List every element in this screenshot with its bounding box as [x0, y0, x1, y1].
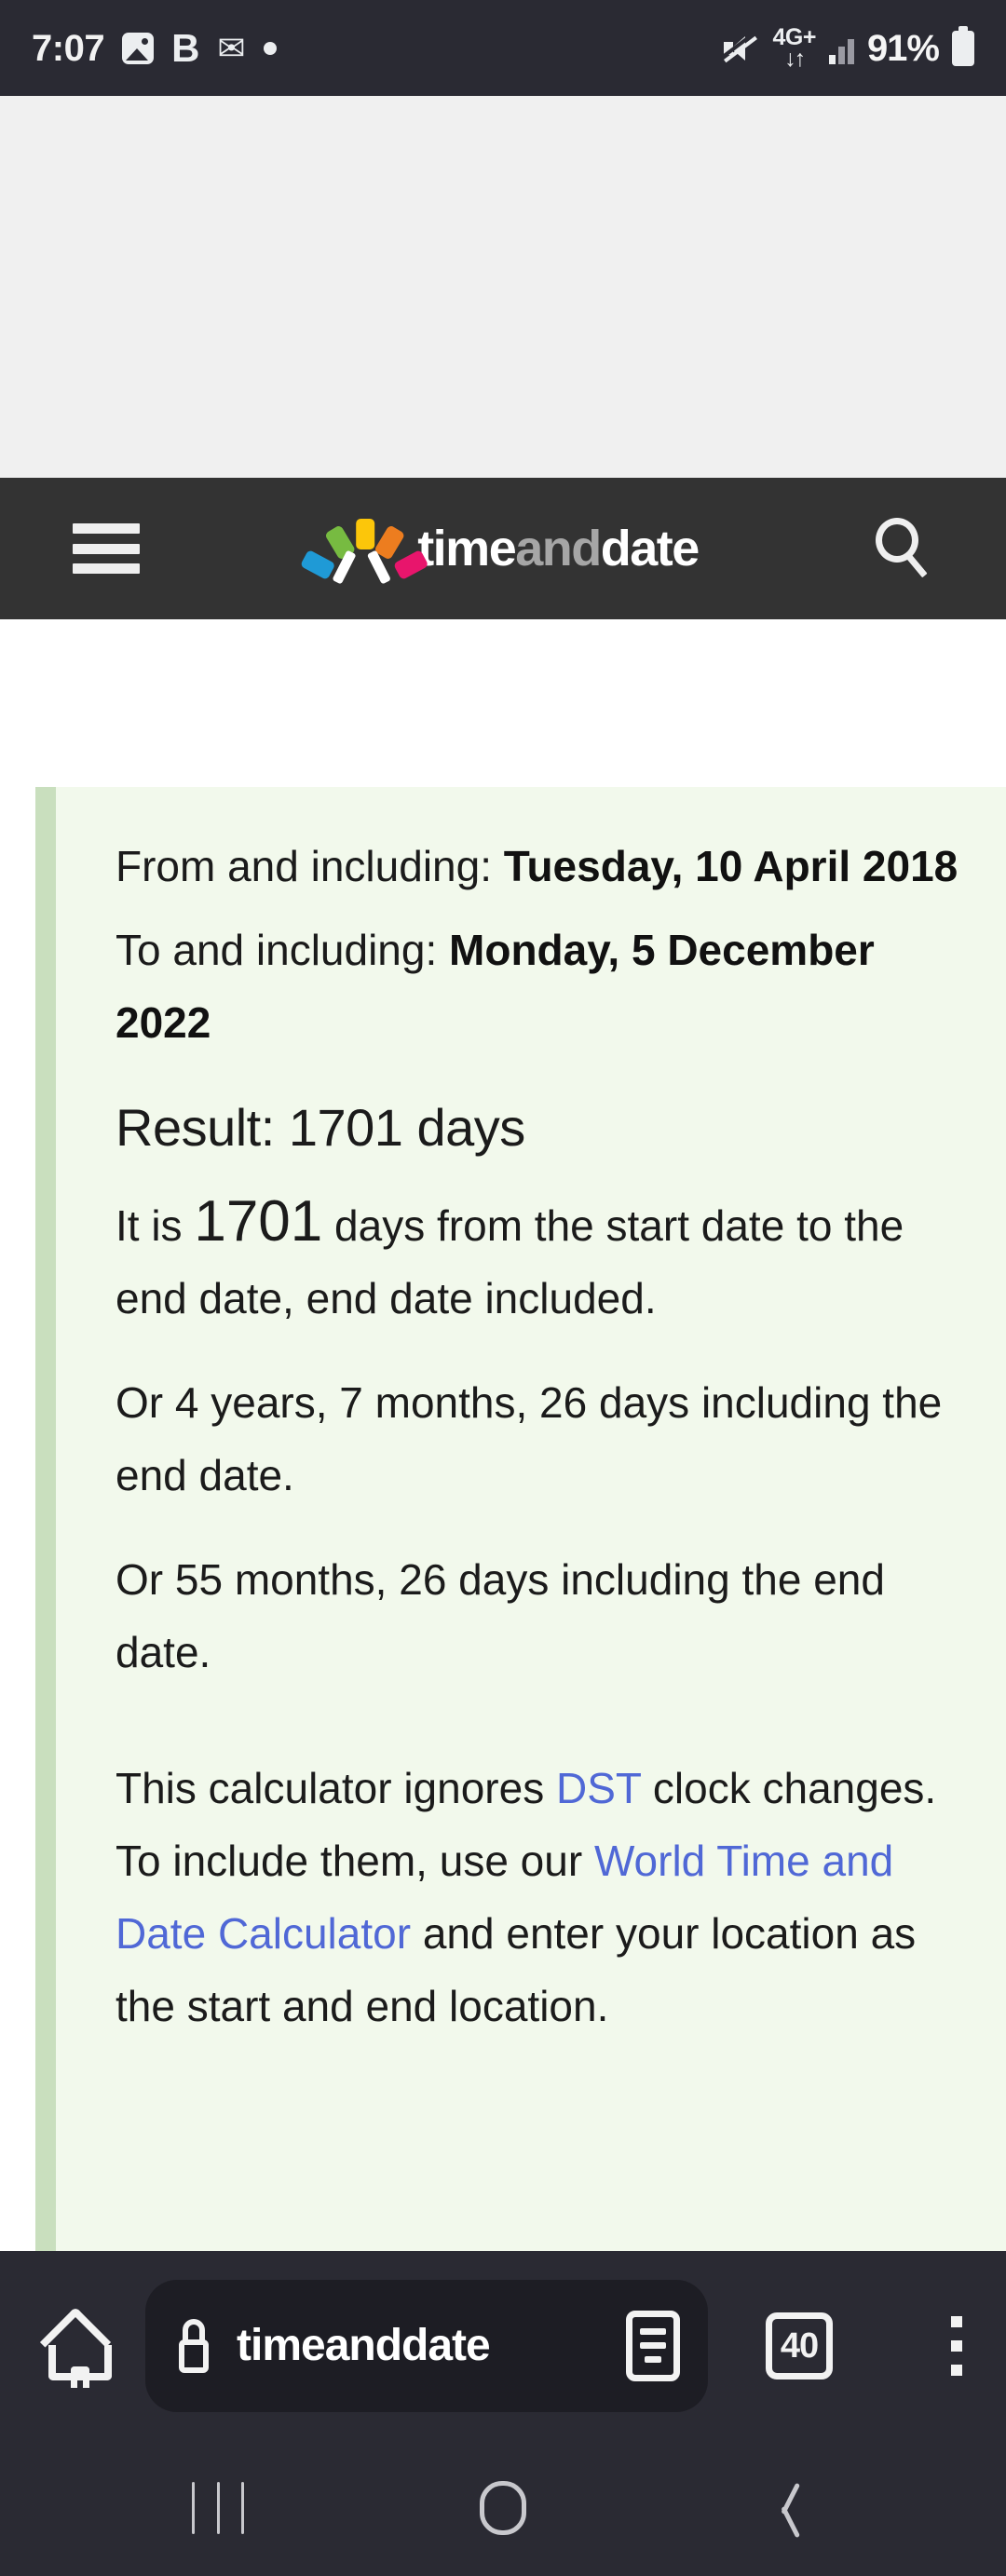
- signal-bars-icon: [828, 33, 854, 64]
- tab-switcher-button[interactable]: 40: [766, 2312, 833, 2379]
- status-bar-clock: 7:07: [32, 27, 105, 69]
- alt-duration-years: Or 4 years, 7 months, 26 days including …: [116, 1378, 943, 1499]
- status-bar-right: 4G+ ↓↑ 91%: [722, 25, 974, 72]
- site-logo-text: timeanddate: [417, 521, 700, 576]
- hamburger-menu-icon[interactable]: [73, 523, 140, 574]
- android-nav-bar: [0, 2440, 1006, 2576]
- battery-icon: [952, 25, 974, 66]
- photo-icon: [122, 32, 155, 64]
- site-logo[interactable]: timeanddate: [299, 511, 700, 586]
- dst-link[interactable]: DST: [556, 1764, 641, 1812]
- ad-placeholder: [0, 96, 1006, 478]
- mute-icon: [722, 33, 759, 64]
- days-sentence-prefix: It is: [116, 1201, 195, 1250]
- from-date-line: From and including: Tuesday, 10 April 20…: [116, 830, 969, 902]
- home-pill-icon[interactable]: [480, 2481, 526, 2535]
- dst-note: This calculator ignores DST clock change…: [116, 1752, 969, 2042]
- overflow-menu-icon[interactable]: [946, 2315, 967, 2376]
- from-label: From and including:: [116, 842, 504, 890]
- lock-icon: [173, 2318, 214, 2373]
- days-sentence: It is 1701 days from the start date to t…: [116, 1189, 969, 1335]
- status-bar: 7:07 B ✉ 4G+ ↓↑ 91%: [0, 0, 1006, 96]
- timeanddate-logo-icon: [299, 511, 429, 586]
- dot-notification-icon: [263, 41, 277, 55]
- brand-part-and: and: [515, 521, 602, 576]
- url-bar[interactable]: timeanddate: [145, 2279, 708, 2412]
- page-content: From and including: Tuesday, 10 April 20…: [0, 619, 1006, 2251]
- from-date-value: Tuesday, 10 April 2018: [503, 842, 958, 890]
- dst-note-part-1: This calculator ignores: [116, 1764, 556, 1812]
- site-header: timeanddate: [0, 478, 1006, 619]
- home-icon[interactable]: [39, 2304, 123, 2388]
- alt-duration-months: Or 55 months, 26 days including the end …: [116, 1555, 885, 1676]
- result-heading: Result: 1701 days: [116, 1098, 525, 1157]
- battery-percent-label: 91%: [866, 27, 940, 69]
- to-label: To and including:: [116, 926, 450, 974]
- reader-mode-icon[interactable]: [626, 2310, 680, 2381]
- network-arrows-icon: ↓↑: [784, 45, 806, 72]
- network-type-icon: 4G+ ↓↑: [772, 25, 816, 72]
- back-chevron-icon[interactable]: [773, 2480, 805, 2539]
- recents-icon[interactable]: [192, 2482, 244, 2534]
- bluetooth-letter-icon: B: [171, 25, 200, 70]
- brand-part-time: time: [417, 521, 517, 576]
- date-duration-result-box: From and including: Tuesday, 10 April 20…: [35, 787, 1006, 2251]
- search-icon[interactable]: [874, 516, 939, 581]
- to-date-line: To and including: Monday, 5 December 202…: [116, 914, 969, 1059]
- tab-count-label: 40: [780, 2325, 819, 2366]
- days-count-value: 1701: [194, 1189, 323, 1254]
- app-notification-icon: ✉: [217, 28, 246, 67]
- brand-part-date: date: [600, 521, 700, 576]
- status-bar-left: 7:07 B ✉: [32, 25, 277, 70]
- browser-toolbar: timeanddate 40: [0, 2251, 1006, 2440]
- url-text: timeanddate: [237, 2323, 491, 2368]
